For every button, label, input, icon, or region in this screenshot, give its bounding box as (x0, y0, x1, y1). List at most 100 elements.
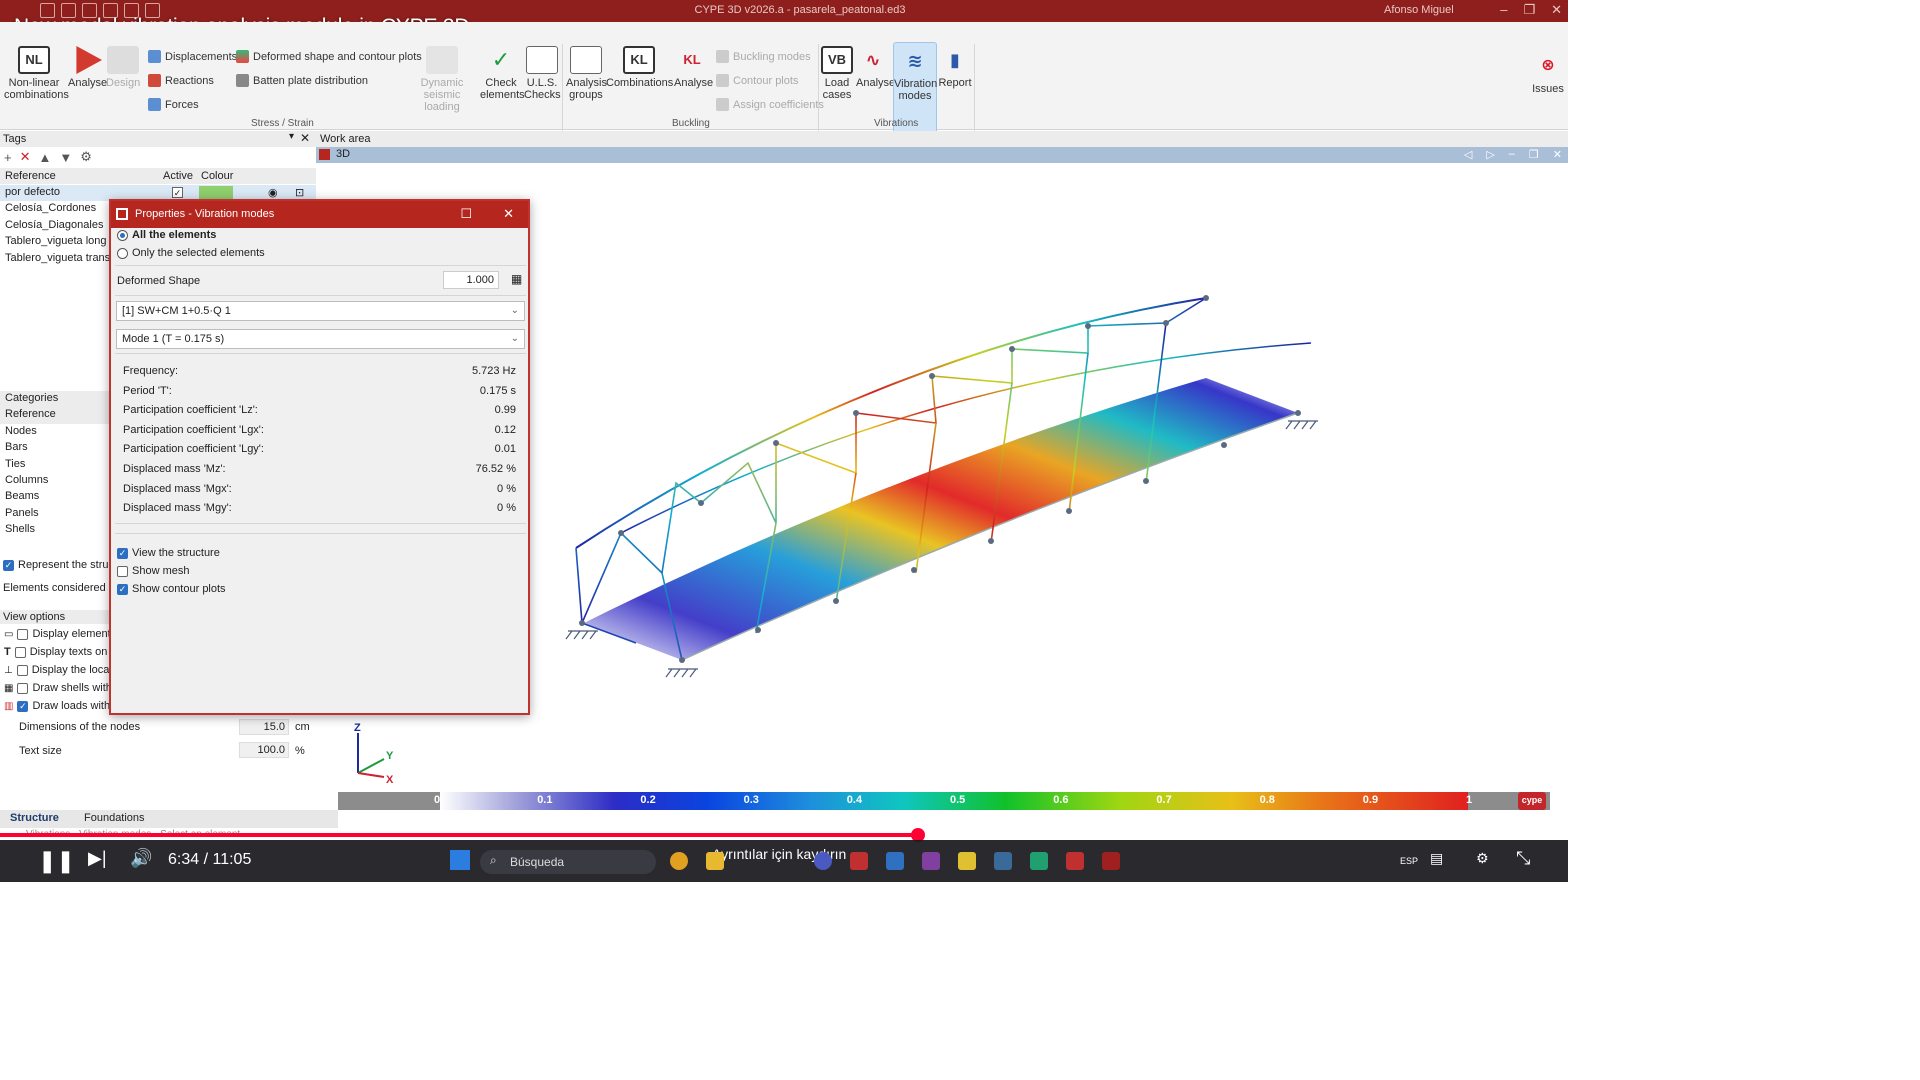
draw-shells-option[interactable]: ▦ Draw shells with f (4, 682, 118, 694)
batten-plate-button[interactable]: Batten plate distribution (236, 74, 368, 87)
maximize-icon[interactable]: ❐ (1523, 2, 1535, 18)
show-mesh-option[interactable]: Show mesh (117, 565, 189, 577)
close-icon[interactable]: ✕ (1551, 2, 1562, 18)
view-minimize-icon[interactable]: – (1509, 148, 1515, 161)
checkbox[interactable] (16, 664, 28, 676)
cype-app-icon[interactable] (850, 852, 868, 870)
view-restore-icon[interactable]: ❐ (1529, 148, 1539, 161)
app-icon[interactable] (1030, 852, 1048, 870)
tab-structure[interactable]: Structure (10, 812, 59, 824)
view-tab-3d[interactable]: 3D ◁ ▷ – ❐ ✕ (316, 147, 1568, 163)
uls-checks-button[interactable]: U.L.S. Checks (524, 46, 561, 101)
app-icon[interactable] (1102, 852, 1120, 870)
contour-plots-button[interactable]: Contour plots (716, 74, 798, 87)
chevron-down-icon[interactable]: ▾ (289, 131, 294, 142)
reactions-button[interactable]: Reactions (148, 74, 214, 87)
settings-icon[interactable]: ⚙ (1476, 850, 1489, 867)
tag-settings-icon[interactable]: ⚙ (80, 149, 92, 165)
lock-icon[interactable]: ⊡ (295, 186, 304, 199)
app-icon[interactable] (958, 852, 976, 870)
check-elements-button[interactable]: ✓ Check elements (480, 46, 525, 102)
taskbar-search[interactable]: ⌕ Búsqueda (480, 850, 656, 874)
move-up-icon[interactable]: ▲ (39, 150, 52, 165)
category-item[interactable]: Panels (0, 506, 110, 522)
report-button[interactable]: ▮ Report (938, 46, 972, 89)
active-checkbox[interactable]: ✓ (172, 187, 183, 198)
checkbox[interactable]: ✓ (117, 583, 128, 595)
deformed-shape-input[interactable]: 1.000 (443, 271, 499, 289)
display-local-axes-option[interactable]: ⊥ Display the local a (4, 664, 121, 676)
dynamic-seismic-button[interactable]: Dynamic seismic loading (406, 46, 478, 113)
chrome-icon[interactable] (670, 852, 688, 870)
delete-icon[interactable]: ✕ (20, 149, 31, 165)
category-item[interactable]: Ties (0, 457, 110, 473)
category-item[interactable]: Nodes (0, 424, 110, 440)
view-close-icon[interactable]: ✕ (1553, 148, 1562, 161)
displacements-button[interactable]: Displacements (148, 50, 237, 63)
view-structure-option[interactable]: ✓ View the structure (117, 547, 220, 559)
display-texts-option[interactable]: T Display texts on th (4, 646, 120, 658)
combinations-button[interactable]: KL Combinations (606, 46, 673, 89)
radio-button[interactable] (117, 229, 128, 241)
load-cases-button[interactable]: VB Load cases (820, 46, 854, 101)
add-icon[interactable]: + (4, 150, 12, 165)
app-icon[interactable] (994, 852, 1012, 870)
represent-structure-option[interactable]: ✓ Represent the structu (3, 559, 123, 571)
analyse-button[interactable]: Analyse (68, 46, 107, 89)
checkbox[interactable] (117, 565, 128, 577)
fullscreen-exit-icon[interactable]: ⤡ (1516, 848, 1530, 869)
deformed-contour-button[interactable]: Deformed shape and contour plots (236, 50, 422, 63)
radio-button[interactable] (117, 247, 128, 259)
checkbox[interactable] (14, 646, 26, 658)
combination-select[interactable]: [1] SW+CM 1+0.5·Q 1 ⌄ (116, 301, 525, 321)
analysis-groups-button[interactable]: Analysis groups (566, 46, 607, 101)
display-element-option[interactable]: ▭ Display element i (4, 628, 116, 640)
app-icon[interactable] (886, 852, 904, 870)
colour-swatch[interactable] (199, 186, 233, 200)
prev-view-icon[interactable]: ◁ (1464, 148, 1472, 161)
draw-loads-option[interactable]: ▥ ✓ Draw loads with fi (4, 700, 119, 712)
text-size-input[interactable]: 100.0 (239, 742, 289, 758)
move-down-icon[interactable]: ▼ (59, 150, 72, 165)
pause-icon[interactable]: ❚❚ (38, 848, 75, 874)
windows-start-icon[interactable] (450, 850, 470, 870)
next-view-icon[interactable]: ▷ (1486, 148, 1494, 161)
minimize-icon[interactable]: – (1500, 2, 1507, 18)
analyse-vibrations-button[interactable]: ∿ Analyse (856, 46, 895, 89)
app-icon[interactable] (922, 852, 940, 870)
calculator-icon[interactable]: ▦ (511, 272, 522, 286)
volume-icon[interactable]: 🔊 (130, 848, 152, 869)
category-item[interactable]: Beams (0, 489, 110, 505)
forces-button[interactable]: Forces (148, 98, 199, 111)
buckling-modes-button[interactable]: Buckling modes (716, 50, 811, 63)
nonlinear-combinations-button[interactable]: NL Non-linear combinations (4, 46, 69, 101)
folder-icon[interactable] (706, 852, 724, 870)
design-button[interactable]: Design (106, 46, 140, 89)
checkbox[interactable] (17, 682, 29, 694)
issues-button[interactable]: ⊗ Issues (1530, 52, 1566, 96)
show-contour-option[interactable]: ✓ Show contour plots (117, 583, 226, 595)
radio-selected-elements[interactable]: Only the selected elements (117, 247, 265, 259)
dimensions-nodes-input[interactable]: 15.0 (239, 719, 289, 735)
tab-foundations[interactable]: Foundations (84, 812, 145, 824)
checkbox[interactable]: ✓ (117, 547, 128, 559)
next-icon[interactable]: ▶| (88, 848, 107, 869)
checkbox[interactable] (17, 628, 29, 640)
app-icon[interactable] (814, 852, 832, 870)
mode-select[interactable]: Mode 1 (T = 0.175 s) ⌄ (116, 329, 525, 349)
eye-icon[interactable]: ◉ (268, 186, 278, 199)
category-item[interactable]: Reference (0, 407, 110, 424)
checkbox[interactable]: ✓ (3, 559, 14, 571)
assign-coefficients-button[interactable]: Assign coefficients (716, 98, 824, 111)
dialog-close-icon[interactable]: ✕ (503, 206, 514, 222)
close-panel-icon[interactable]: ✕ (300, 131, 310, 145)
app-icon[interactable] (1066, 852, 1084, 870)
radio-all-elements[interactable]: All the elements (117, 229, 216, 241)
checkbox[interactable]: ✓ (17, 700, 29, 712)
category-item[interactable]: Shells (0, 522, 110, 538)
dialog-maximize-icon[interactable]: ☐ (460, 206, 472, 222)
category-item[interactable]: Columns (0, 473, 110, 489)
category-item[interactable]: Bars (0, 440, 110, 456)
subtitles-icon[interactable]: ▤ (1430, 850, 1443, 867)
analyse-buckling-button[interactable]: KL Analyse (674, 46, 713, 89)
